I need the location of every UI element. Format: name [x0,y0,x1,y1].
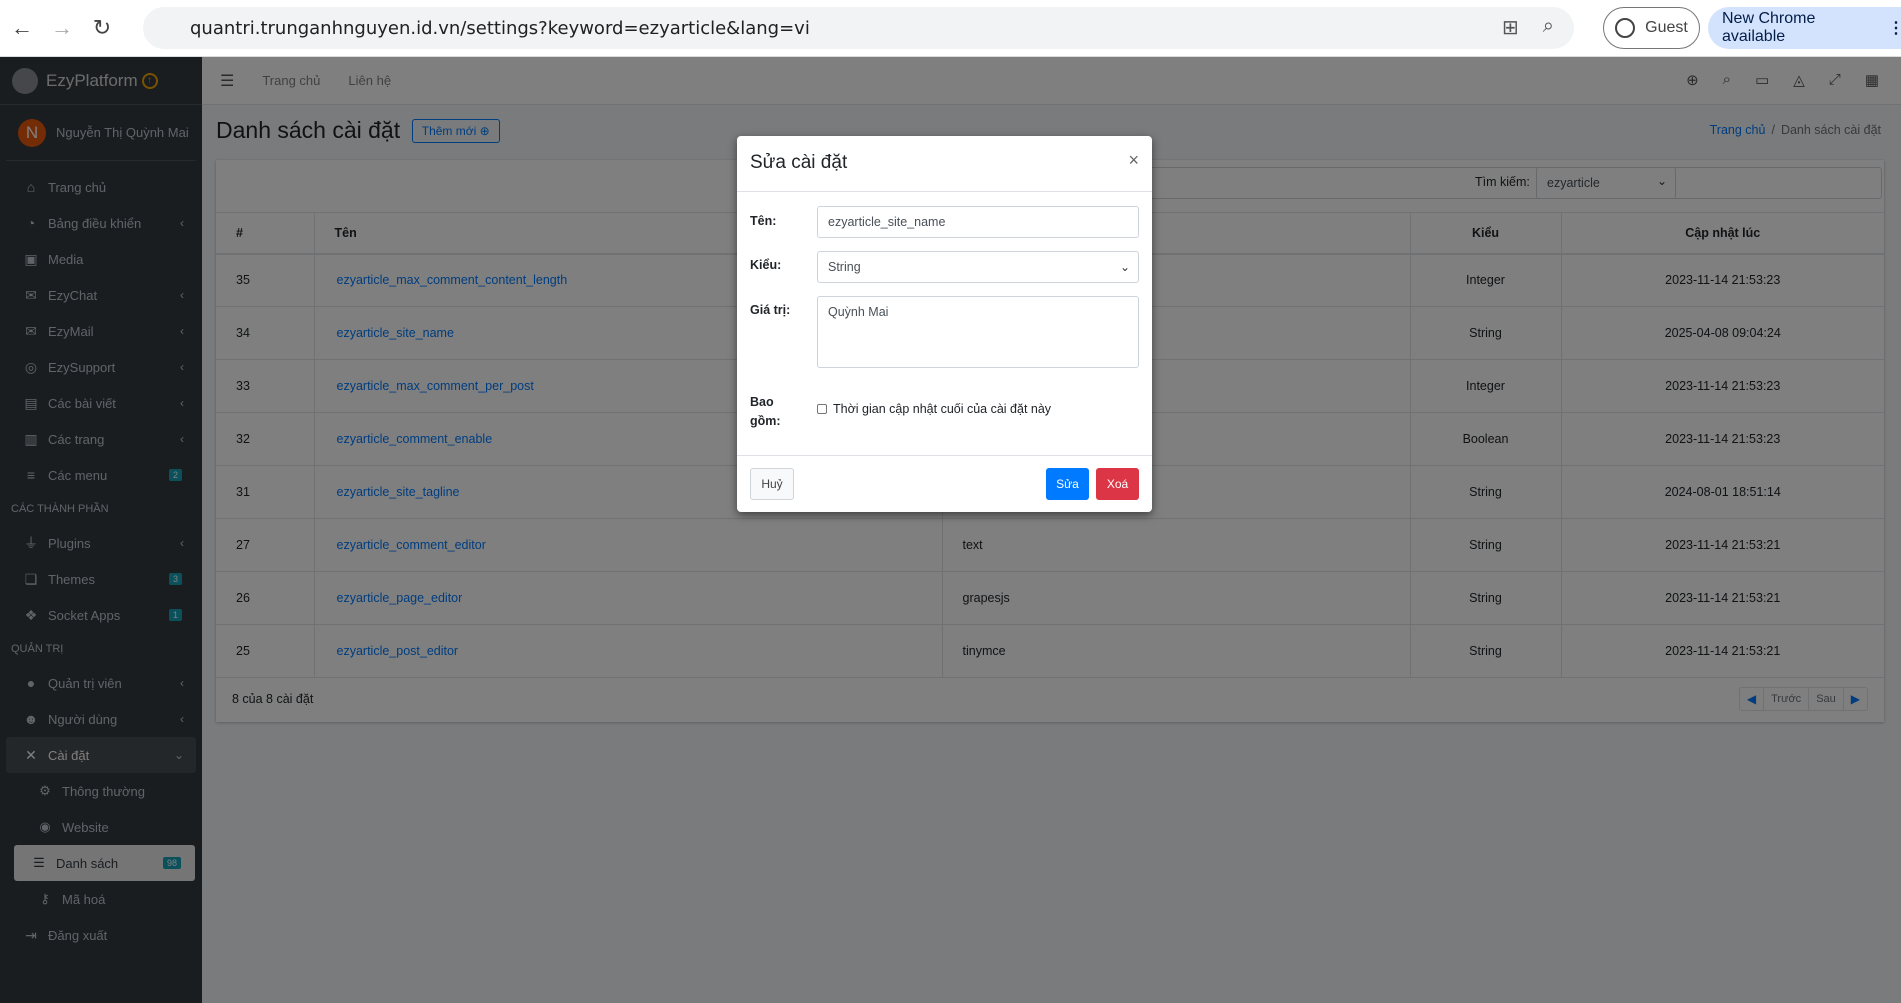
modal-header: Sửa cài đặt × [737,136,1152,192]
reload-icon[interactable]: ↻ [82,8,122,48]
profile-label: Guest [1645,19,1688,36]
forward-arrow-icon[interactable]: → [42,8,82,48]
translate-icon[interactable]: ⊞ [1502,15,1519,40]
url-text[interactable]: quantri.trunganhnguyen.id.vn/settings?ke… [190,18,810,39]
modal-footer: Huỷ Sửa Xoá [737,455,1152,512]
chrome-update-label: New Chrome available [1722,10,1816,45]
zoom-icon[interactable]: ⌕ [1543,15,1554,40]
modal-body: Tên: ezyarticle_site_name Kiểu: String ⌄ … [737,192,1152,456]
type-label: Kiểu: [750,258,782,272]
include-updated-time-checkbox[interactable]: Thời gian cập nhật cuối của cài đặt này [817,402,1051,416]
delete-button[interactable]: Xoá [1096,468,1139,500]
edit-setting-modal: Sửa cài đặt × Tên: ezyarticle_site_name … [737,136,1152,512]
back-arrow-icon[interactable]: ← [2,8,42,48]
value-textarea[interactable]: Quỳnh Mai [817,296,1139,368]
type-select[interactable]: String ⌄ [817,251,1139,283]
more-vert-icon[interactable]: ⋮ [1888,18,1901,38]
profile-button[interactable]: Guest [1603,7,1700,49]
cancel-button[interactable]: Huỷ [750,468,794,500]
modal-title: Sửa cài đặt [750,152,848,173]
checkbox[interactable] [817,404,827,414]
name-label: Tên: [750,214,777,228]
profile-icon [1615,18,1636,38]
include-label: Bao gồm: [750,395,781,428]
save-button[interactable]: Sửa [1046,468,1089,500]
browser-toolbar: ← → ↻ quantri.trunganhnguyen.id.vn/setti… [0,0,1901,57]
include-updated-time-label: Thời gian cập nhật cuối của cài đặt này [833,402,1052,416]
name-field[interactable]: ezyarticle_site_name [817,206,1139,238]
chevron-down-icon: ⌄ [1119,260,1130,274]
value-label: Giá trị: [750,303,791,317]
close-icon[interactable]: × [1128,150,1139,171]
address-bar[interactable]: quantri.trunganhnguyen.id.vn/settings?ke… [143,7,1574,49]
type-select-value: String [828,260,861,274]
chrome-update-button[interactable]: New Chrome available ⋮ [1708,7,1901,49]
